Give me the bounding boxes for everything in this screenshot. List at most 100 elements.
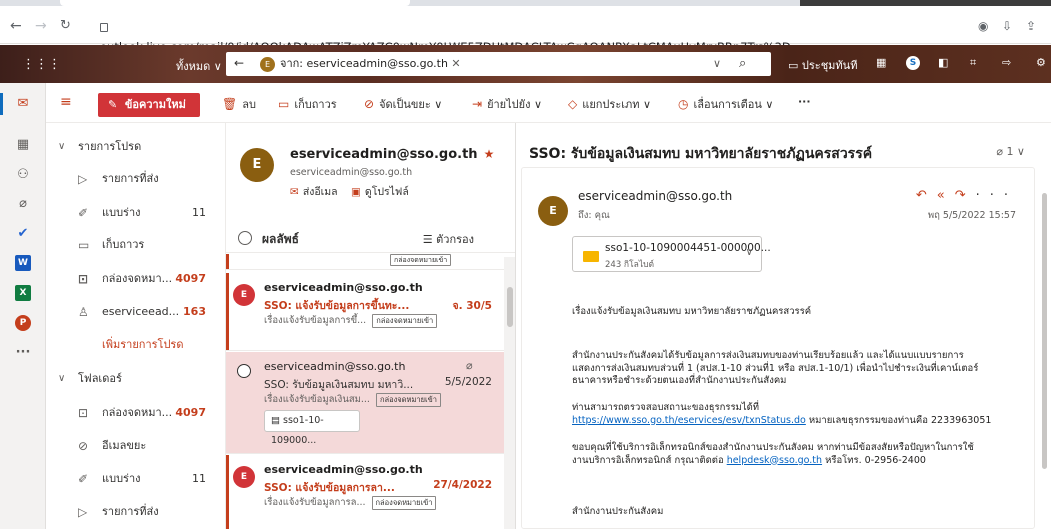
archive-button[interactable]: ▭ เก็บถาวร xyxy=(278,95,337,113)
add-favorite-link[interactable]: เพิ่มรายการโปรด xyxy=(46,335,225,355)
search-back-icon[interactable]: ← xyxy=(234,56,244,70)
junk-icon: ⊘ xyxy=(78,439,89,453)
category-tag: กล่องจดหมายเข้า xyxy=(371,496,437,510)
move-button[interactable]: ⇥ ย้ายไปยัง ∨ xyxy=(472,95,542,113)
list-item-selected[interactable]: eserviceadmin@sso.go.th ⌀ SSO: รับข้อมูล… xyxy=(226,352,504,454)
todo-icon[interactable]: ✔ xyxy=(15,226,31,242)
meet-now-button[interactable]: ▭ ประชุมทันที xyxy=(788,56,857,74)
hamburger-icon[interactable]: ≡ xyxy=(60,94,72,110)
powerpoint-icon[interactable]: P xyxy=(15,315,31,331)
filter-icon: ☰ xyxy=(422,233,433,246)
app-launcher-icon[interactable]: ⋮⋮⋮ xyxy=(22,57,61,72)
list-title: ผลลัพธ์ xyxy=(262,232,299,246)
search-box[interactable]: ← E จาก: eserviceadmin@sso.go.th ✕ ∨ ⌕ xyxy=(226,52,771,76)
folder-label: รายการที่ส่ง xyxy=(102,505,159,518)
folder-label: รายการที่ส่ง xyxy=(102,172,159,185)
more-icon[interactable]: ··· xyxy=(976,188,1018,203)
teams-icon[interactable]: ▦ xyxy=(876,56,886,69)
message-from: eserviceadmin@sso.go.th xyxy=(264,360,406,373)
onenote-icon[interactable]: ◧ xyxy=(938,56,948,69)
scroll-thumb[interactable] xyxy=(507,287,513,327)
send-email-button[interactable]: ✉ ส่งอีเมล xyxy=(290,186,338,198)
preview-text: เรื่องแจ้งรับข้อมูลเงินสม... xyxy=(264,394,370,405)
attachment-chip[interactable]: ▤ sso1-10-109000... xyxy=(264,410,360,446)
search-icon[interactable]: ⌕ xyxy=(739,56,746,71)
reload-icon[interactable]: ↻ xyxy=(60,19,71,33)
folder-eservice[interactable]: ♙ eserviceead... 163 xyxy=(46,302,225,322)
folders-header[interactable]: ∨ โฟลเดอร์ xyxy=(46,369,225,389)
chip-close-icon[interactable]: ✕ xyxy=(451,57,460,70)
folder-count: 4097 xyxy=(175,406,206,419)
trash-icon: 🗑 xyxy=(222,97,238,111)
message-from: eserviceadmin@sso.go.th xyxy=(264,463,423,476)
people-icon[interactable]: ⚇ xyxy=(15,167,31,183)
browser-tab-dark[interactable] xyxy=(800,0,1051,6)
forward-icon[interactable]: ↷ xyxy=(955,188,976,203)
back-icon[interactable]: ← xyxy=(10,19,22,33)
message-subject: SSO: แจ้งรับข้อมูลการลา... 27/4/2022 xyxy=(264,479,496,496)
search-filter-chip[interactable]: E จาก: eserviceadmin@sso.go.th ✕ xyxy=(260,56,461,72)
folder-junk[interactable]: ⊘ อีเมลขยะ xyxy=(46,436,225,456)
install-icon[interactable]: ⇩ xyxy=(1002,19,1012,33)
search-options-icon[interactable]: ∨ xyxy=(713,57,721,70)
delete-button[interactable]: 🗑 ลบ xyxy=(222,95,256,113)
settings-icon[interactable]: ⚙ xyxy=(1036,56,1046,69)
location-icon[interactable]: ◉ xyxy=(978,19,988,33)
more-actions-button[interactable]: ··· xyxy=(798,95,811,108)
favorites-header[interactable]: ∨ รายการโปรด xyxy=(46,137,225,157)
folder-drafts[interactable]: ✐ แบบร่าง 11 xyxy=(46,203,225,223)
body-line: ธนาคารหรือชำระด้วยตนเองที่สำนักงานประกัน… xyxy=(572,375,787,386)
message-preview: เรื่องแจ้งรับข้อมูลการขึ้... กล่องจดหมายเ… xyxy=(264,313,438,328)
more-apps-icon[interactable]: ··· xyxy=(15,345,31,361)
mail-icon[interactable]: ✉ xyxy=(15,96,31,112)
list-item[interactable]: E eserviceadmin@sso.go.th SSO: แจ้งรับข้… xyxy=(226,455,504,529)
message-list-pane: E eserviceadmin@sso.go.th ★ eserviceadmin… xyxy=(226,123,516,529)
contact-avatar: E xyxy=(240,148,274,182)
share-icon[interactable]: ⇪ xyxy=(1026,19,1036,33)
browser-tab[interactable] xyxy=(60,0,410,6)
message-date: จ. 30/5 xyxy=(452,300,492,312)
filter-button[interactable]: ☰ ตัวกรอง xyxy=(423,230,474,248)
junk-button[interactable]: ⊘ จัดเป็นขยะ ∨ xyxy=(364,95,442,113)
categorize-button[interactable]: ◇ แยกประเภท ∨ xyxy=(568,95,651,113)
star-icon[interactable]: ★ xyxy=(484,147,495,161)
new-mail-button[interactable]: ✎ ข้อความใหม่ xyxy=(98,93,200,117)
folder-archive[interactable]: ▭ เก็บถาวร xyxy=(46,235,225,255)
folder-pane: ∨ รายการโปรด ▷ รายการที่ส่ง ✐ แบบร่าง 11 ▭ เก… xyxy=(46,123,226,529)
select-radio[interactable] xyxy=(237,364,251,378)
feedback-arrow-icon[interactable]: ⇨ xyxy=(1002,56,1011,69)
helpdesk-link[interactable]: helpdesk@sso.go.th xyxy=(727,455,822,466)
attachment-card[interactable]: sso1-10-1090004451-000000... 243 กิโลไบต… xyxy=(572,236,771,272)
reply-all-icon[interactable]: « xyxy=(937,188,955,203)
reading-scrollbar[interactable] xyxy=(1041,173,1049,473)
snooze-button[interactable]: ◷ เลื่อนการเตือน ∨ xyxy=(678,95,773,113)
folder-inbox[interactable]: ⊡ กล่องจดหมา... 4097 xyxy=(46,403,225,423)
folder-drafts-2[interactable]: ✐ แบบร่าง 11 xyxy=(46,469,225,489)
scroll-thumb[interactable] xyxy=(1042,193,1047,469)
chevron-down-icon: ∨ xyxy=(58,373,66,384)
select-all-checkbox[interactable] xyxy=(238,231,252,245)
reply-icon[interactable]: ↶ xyxy=(916,188,937,203)
subject-text: SSO: แจ้งรับข้อมูลการขึ้นทะ... xyxy=(264,300,410,312)
owa-header: ⋮⋮⋮ ทั้งหมด ∨ ← E จาก: eserviceadmin@sso.… xyxy=(0,45,1051,83)
attachment-count[interactable]: ⌀ 1 ∨ xyxy=(996,145,1025,158)
calendar-icon[interactable]: ▦ xyxy=(15,137,31,153)
excel-icon[interactable]: X xyxy=(15,285,31,301)
folder-sent-2[interactable]: ▷ รายการที่ส่ง xyxy=(46,502,225,522)
list-item-partial[interactable]: กล่องจดหมายเข้า xyxy=(226,254,504,270)
forward-icon[interactable]: → xyxy=(35,19,47,33)
list-item[interactable]: E eserviceadmin@sso.go.th SSO: แจ้งรับข้… xyxy=(226,273,504,351)
list-scrollbar[interactable] xyxy=(504,257,515,529)
attachment-menu-icon[interactable]: ∨ xyxy=(746,247,753,258)
address-bar[interactable]: outlook.live.com/mail/0/id/AQQkADAwATZiZ… xyxy=(100,17,791,54)
status-link[interactable]: https://www.sso.go.th/eservices/esv/txnS… xyxy=(572,415,806,426)
folder-inbox-fav[interactable]: ⊡ กล่องจดหมา... 4097 xyxy=(46,269,225,289)
feedback-icon[interactable]: ⌗ xyxy=(970,56,976,70)
view-profile-button[interactable]: ▣ ดูโปรไฟล์ xyxy=(351,186,409,198)
word-icon[interactable]: W xyxy=(15,255,31,271)
folder-sent[interactable]: ▷ รายการที่ส่ง xyxy=(46,169,225,189)
attach-icon[interactable]: ⌀ xyxy=(15,196,31,212)
reading-from: eserviceadmin@sso.go.th xyxy=(578,189,733,203)
skype-icon[interactable]: S xyxy=(906,56,920,70)
search-scope-dropdown[interactable]: ทั้งหมด ∨ xyxy=(176,57,222,75)
